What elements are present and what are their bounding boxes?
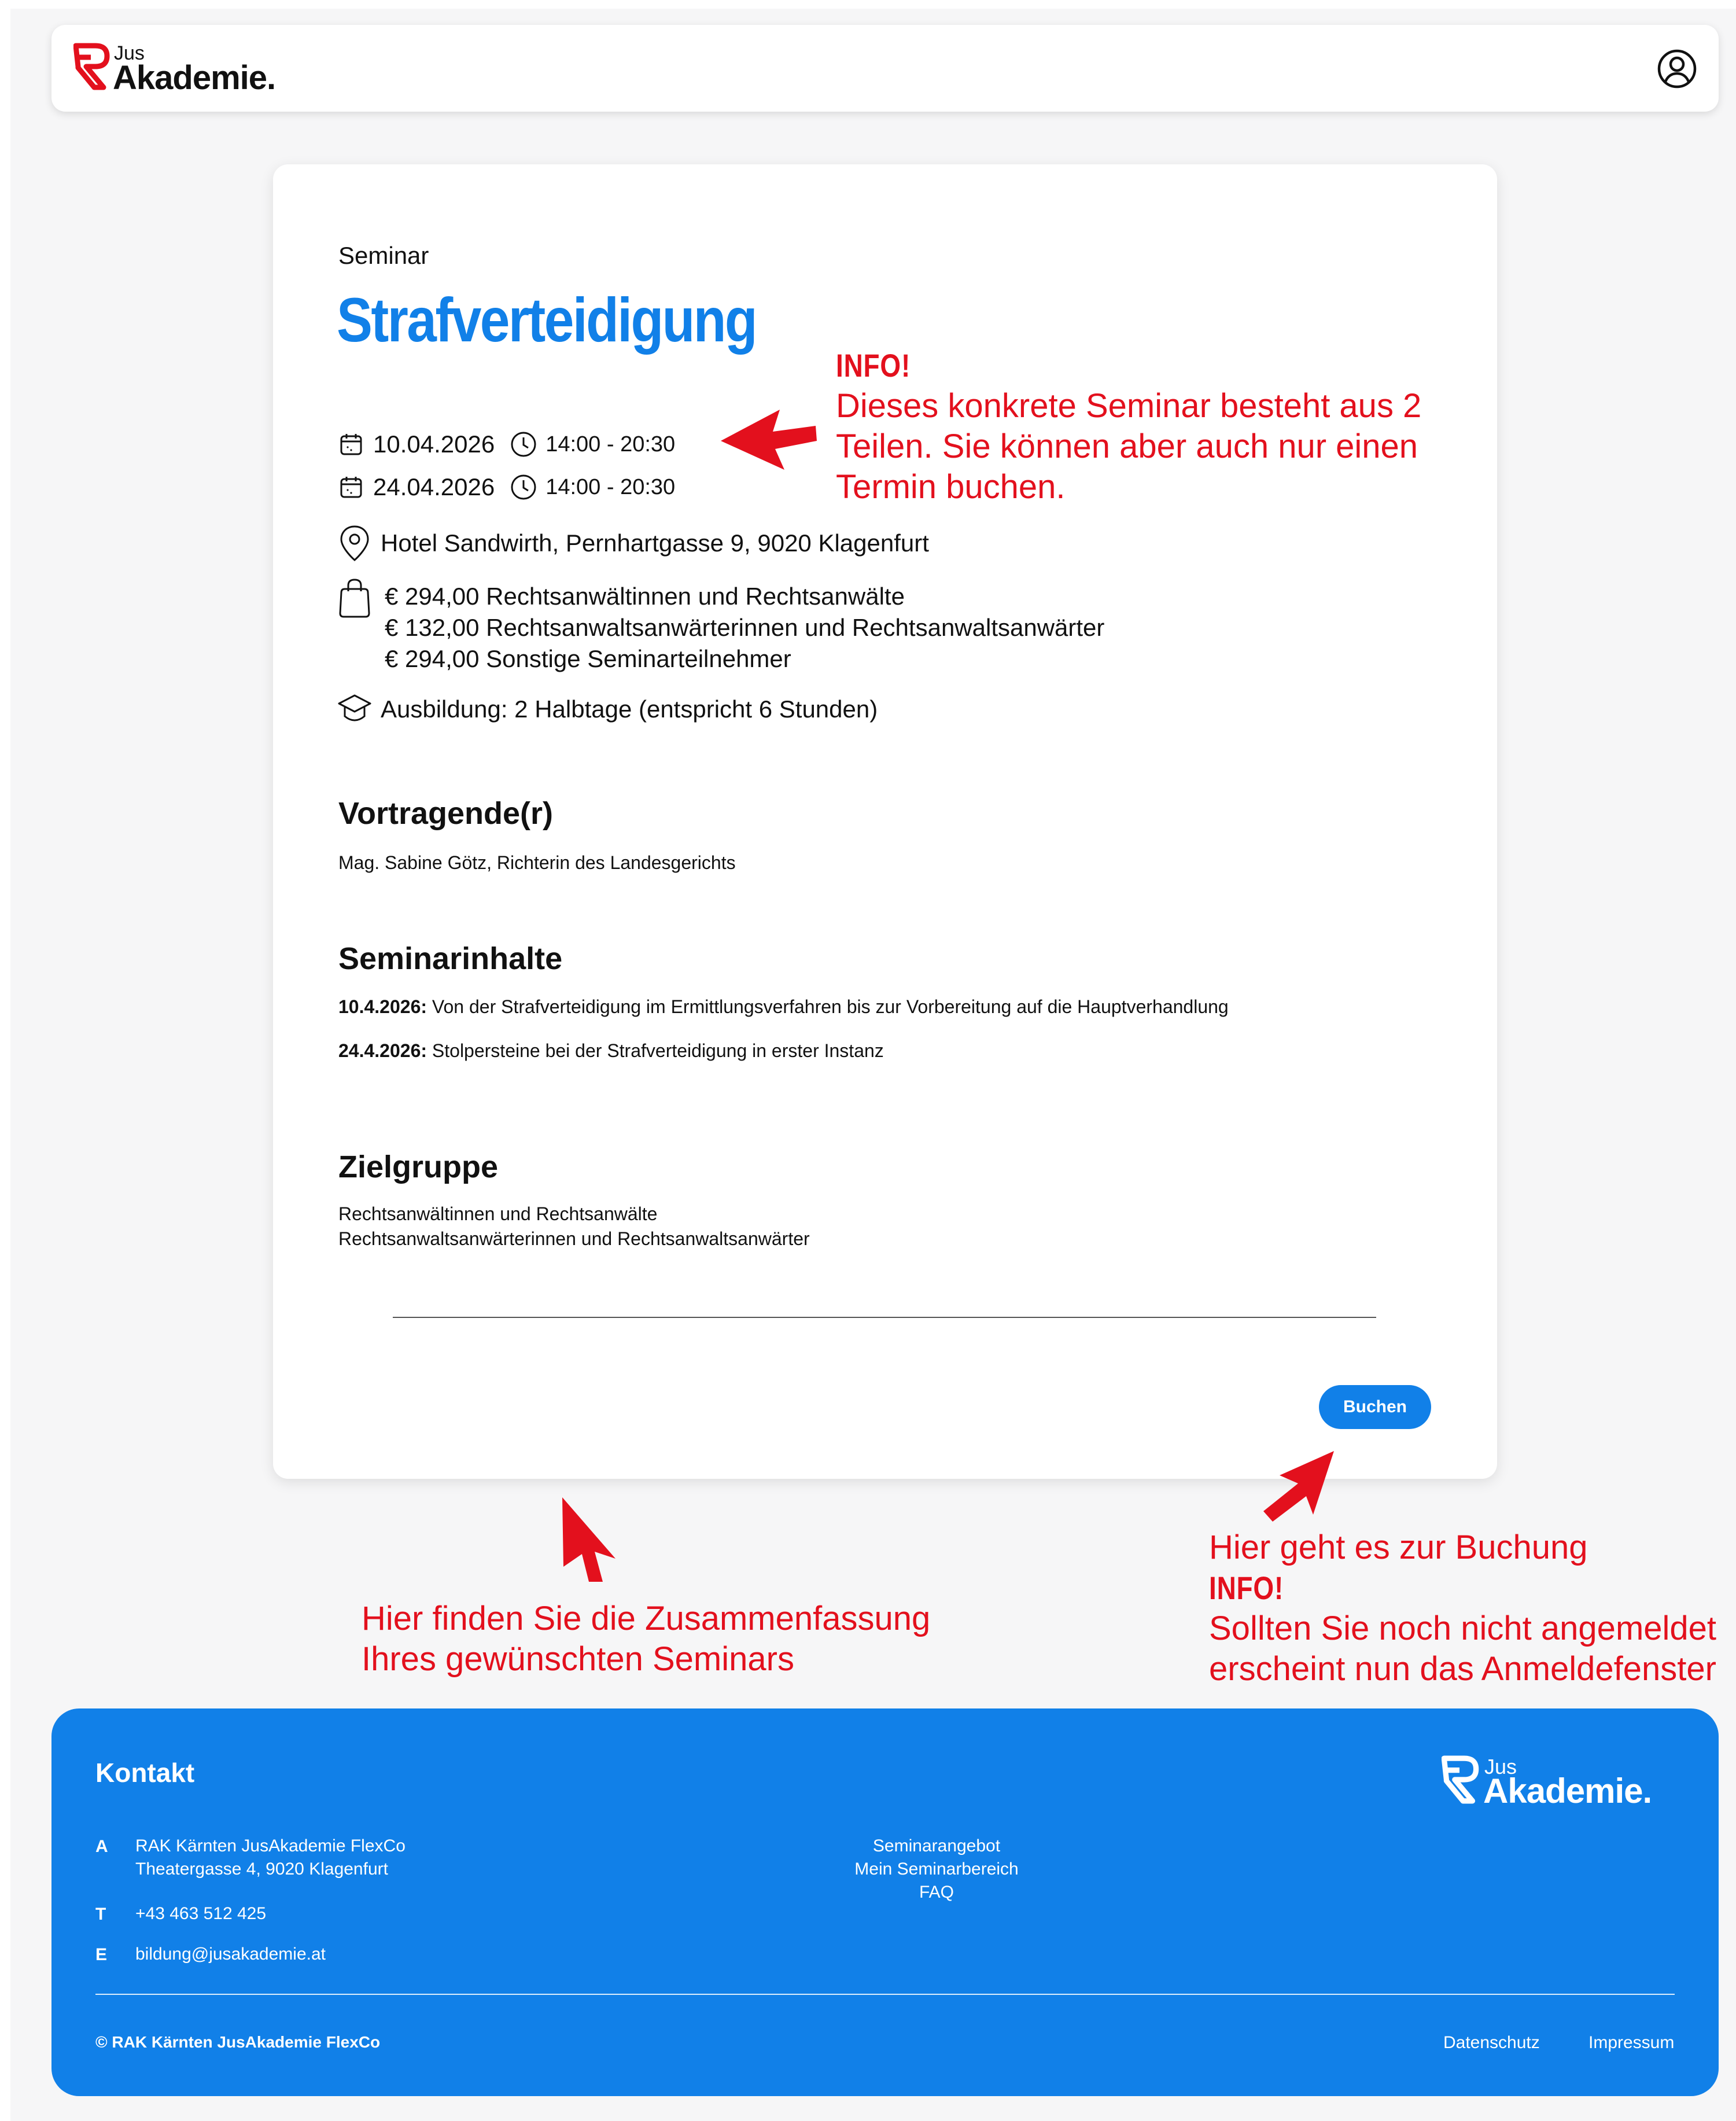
footer-imprint-link[interactable]: Impressum <box>1588 2033 1674 2053</box>
seminar-title: Strafverteidigung <box>337 285 758 355</box>
site-footer: Kontakt A RAK Kärnten JusAkademie FlexCo… <box>51 1708 1719 2096</box>
footer-contact-heading: Kontakt <box>95 1758 195 1788</box>
footer-privacy-link[interactable]: Datenschutz <box>1443 2033 1540 2053</box>
location-pin-icon <box>340 525 369 561</box>
footer-links: Seminarangebot Mein Seminarbereich FAQ <box>827 1835 1046 1904</box>
annotation-line: Hier geht es zur Buchung <box>1209 1529 1588 1566</box>
date-row-2: 24.04.2026 14:00 - 20:30 <box>338 473 675 501</box>
graduation-cap-icon <box>338 694 371 721</box>
speaker-heading: Vortragende(r) <box>338 796 554 831</box>
address-line: RAK Kärnten JusAkademie FlexCo <box>135 1836 406 1855</box>
footer-phone[interactable]: +43 463 512 425 <box>135 1902 266 1925</box>
contents-item: 24.4.2026: Stolpersteine bei der Strafve… <box>338 1040 884 1061</box>
annotation-booking-note: Hier geht es zur Buchung INFO! Sollten S… <box>1209 1527 1716 1689</box>
target-group-heading: Zielgruppe <box>338 1150 499 1184</box>
footer-link-seminarbereich[interactable]: Mein Seminarbereich <box>827 1858 1046 1881</box>
annotation-info-label: INFO! <box>1209 1570 1284 1606</box>
annotation-line: erscheint nun das Anmeldefenster <box>1209 1650 1716 1688</box>
footer-address: RAK Kärnten JusAkademie FlexCo Theaterga… <box>135 1835 406 1881</box>
logo-akademie-text: Akademie. <box>1483 1772 1652 1810</box>
logo-mark-icon <box>1442 1755 1479 1804</box>
target-group-line: Rechtsanwältinnen und Rechtsanwälte <box>338 1203 658 1224</box>
footer-email[interactable]: bildung@jusakademie.at <box>135 1943 326 1966</box>
book-button[interactable]: Buchen <box>1319 1385 1431 1429</box>
seminar-kicker: Seminar <box>338 242 429 269</box>
price-list: € 294,00 Rechtsanwältinnen und Rechtsanw… <box>385 581 1104 675</box>
annotation-line: Ihres gewünschten Seminars <box>362 1640 794 1678</box>
user-account-icon[interactable] <box>1656 48 1698 90</box>
address-line: Theatergasse 4, 9020 Klagenfurt <box>135 1859 388 1879</box>
location-text: Hotel Sandwirth, Pernhartgasse 9, 9020 K… <box>381 529 929 557</box>
footer-divider <box>95 1994 1675 1995</box>
speaker-text: Mag. Sabine Götz, Richterin des Landesge… <box>338 852 736 873</box>
calendar-icon <box>340 434 362 455</box>
annotation-summary-note: Hier finden Sie die Zusammenfassung Ihre… <box>362 1599 930 1680</box>
top-header: Jus Akademie. <box>51 25 1719 112</box>
annotation-info-label: INFO! <box>836 347 911 384</box>
contents-item: 10.4.2026: Von der Strafverteidigung im … <box>338 996 1229 1017</box>
time-value: 14:00 - 20:30 <box>546 474 676 499</box>
address-label: A <box>95 1837 108 1856</box>
price-line: € 132,00 Rechtsanwaltsanwärterinnen und … <box>385 614 1105 641</box>
annotation-line: Sollten Sie noch nicht angemeldet <box>1209 1610 1717 1647</box>
annotation-line: Teilen. Sie können aber auch nur einen <box>836 428 1418 465</box>
price-line: € 294,00 Sonstige Seminarteilnehmer <box>385 645 791 672</box>
target-group-line: Rechtsanwaltsanwärterinnen und Rechtsanw… <box>338 1228 810 1249</box>
date-value: 10.04.2026 <box>373 430 495 458</box>
footer-link-faq[interactable]: FAQ <box>827 1881 1046 1904</box>
shopping-bag-icon <box>339 579 370 618</box>
annotation-arrow-icon <box>721 410 817 470</box>
annotation-line: Termin buchen. <box>836 468 1066 506</box>
footer-link-seminarangebot[interactable]: Seminarangebot <box>827 1835 1046 1858</box>
jusakademie-logo[interactable]: Jus Akademie. <box>73 42 293 100</box>
price-line: € 294,00 Rechtsanwältinnen und Rechtsanw… <box>385 583 905 610</box>
training-text: Ausbildung: 2 Halbtage (entspricht 6 Stu… <box>381 695 878 723</box>
card-divider <box>393 1317 1376 1318</box>
annotation-parts-note: INFO! Dieses konkrete Seminar besteht au… <box>836 345 1421 507</box>
footer-copyright: © RAK Kärnten JusAkademie FlexCo <box>95 2033 381 2051</box>
clock-icon <box>511 432 536 457</box>
contents-heading: Seminarinhalte <box>338 941 563 976</box>
time-value: 14:00 - 20:30 <box>546 432 676 456</box>
logo-akademie-text: Akademie. <box>113 59 276 97</box>
training-row: Ausbildung: 2 Halbtage (entspricht 6 Stu… <box>337 692 878 727</box>
clock-icon <box>511 474 536 500</box>
annotation-arrow-icon <box>1263 1451 1334 1522</box>
annotation-arrow-icon <box>562 1497 615 1582</box>
annotation-line: Hier finden Sie die Zusammenfassung <box>362 1600 931 1637</box>
email-label: E <box>95 1945 108 1964</box>
annotation-line: Dieses konkrete Seminar besteht aus 2 <box>836 387 1422 425</box>
calendar-icon <box>340 477 362 498</box>
location-row: Hotel Sandwirth, Pernhartgasse 9, 9020 K… <box>337 524 929 562</box>
phone-label: T <box>95 1905 106 1924</box>
date-value: 24.04.2026 <box>373 473 495 500</box>
footer-logo[interactable]: Jus Akademie. <box>1442 1755 1685 1813</box>
logo-mark-icon <box>73 43 110 90</box>
date-row-1: 10.04.2026 14:00 - 20:30 <box>338 430 675 458</box>
